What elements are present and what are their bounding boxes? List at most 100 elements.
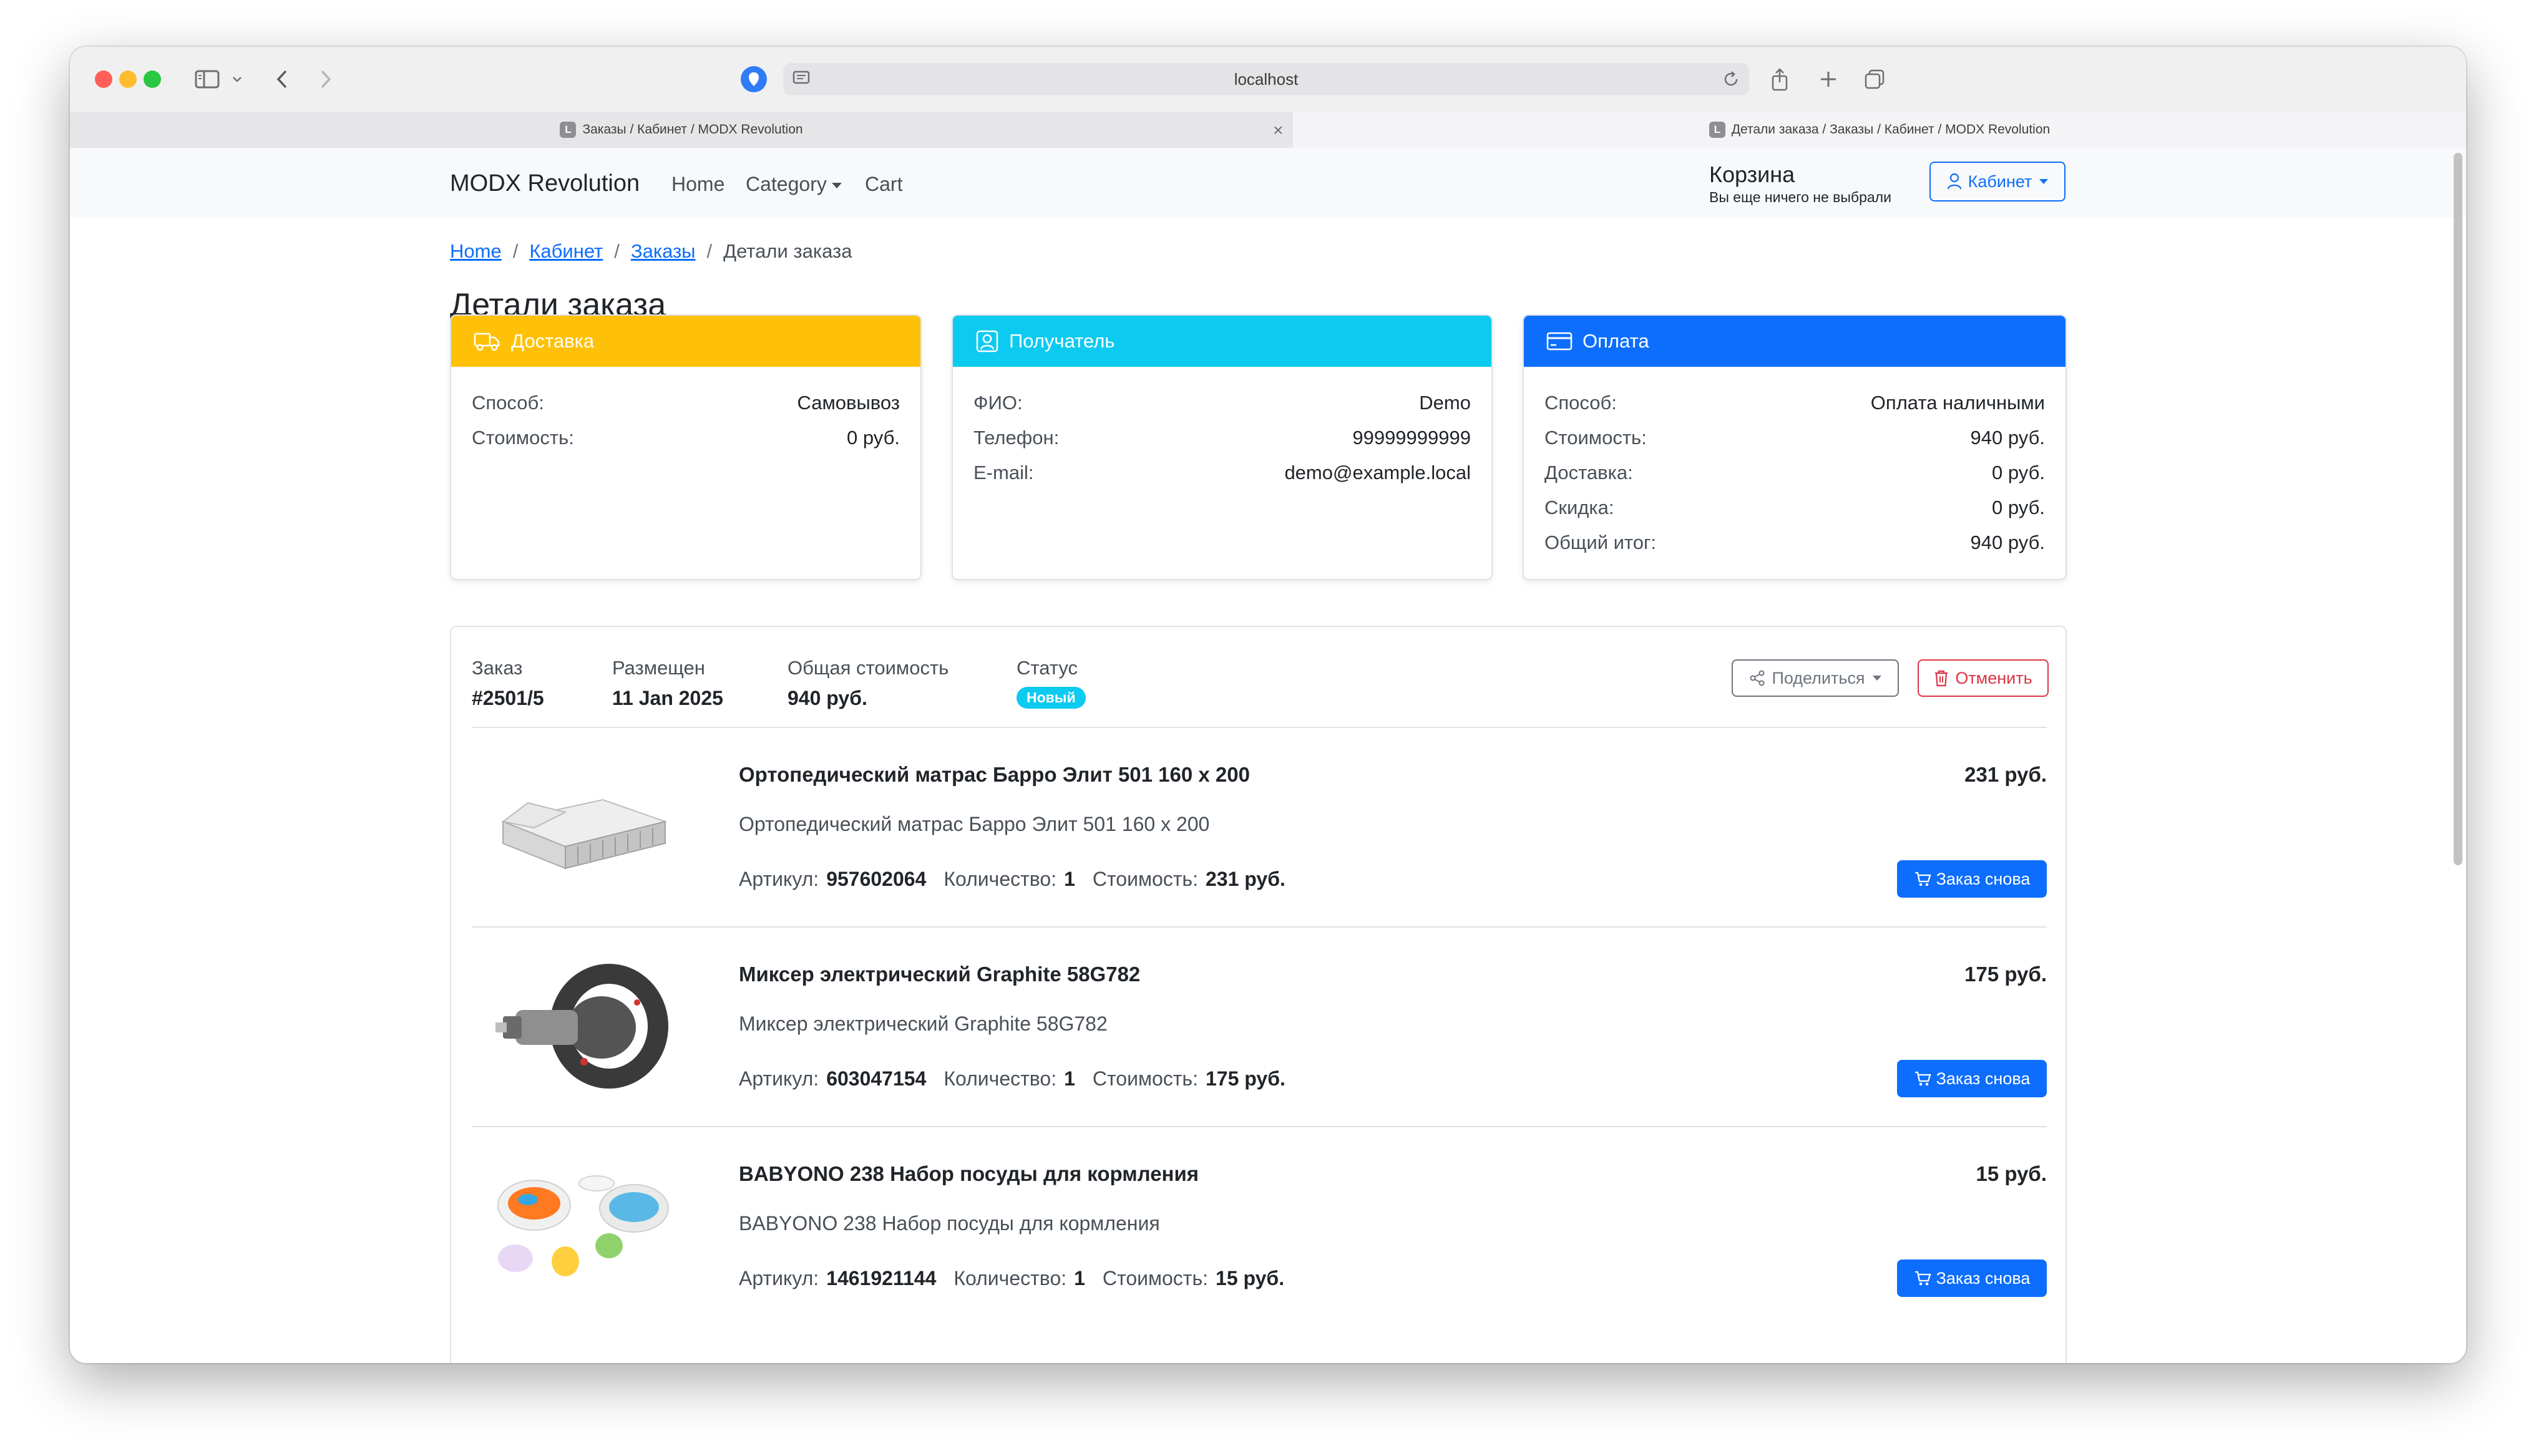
cart-icon — [1914, 1271, 1931, 1286]
reorder-label: Заказ снова — [1936, 1268, 2031, 1288]
nav-cart[interactable]: Cart — [865, 173, 902, 196]
order-number: Заказ #2501/5 — [472, 657, 544, 710]
breadcrumb-orders[interactable]: Заказы — [631, 240, 696, 262]
item-description: Ортопедический матрас Барро Элит 501 160… — [739, 813, 1210, 835]
row-label: Телефон: — [973, 427, 1060, 449]
delivery-card-title: Доставка — [511, 330, 595, 352]
order-total-value: 940 руб. — [788, 687, 867, 709]
privacy-shield-icon[interactable] — [741, 66, 767, 92]
delivery-method-row: Способ: Самовывоз — [472, 386, 900, 420]
item-title[interactable]: BABYONO 238 Набор посуды для кормления — [739, 1162, 1199, 1186]
item-title[interactable]: Миксер электрический Graphite 58G782 — [739, 963, 1140, 986]
row-label: Способ: — [1544, 392, 1617, 414]
qty-value: 1 — [1074, 1267, 1085, 1289]
breadcrumb-account[interactable]: Кабинет — [529, 240, 603, 262]
sku-value: 1461921144 — [826, 1267, 937, 1289]
sku-value: 957602064 — [826, 868, 927, 890]
page-settings-icon[interactable] — [792, 69, 811, 94]
item-meta: Артикул: 957602064 Количество: 1 Стоимость: 2… — [739, 868, 1303, 891]
breadcrumb-home[interactable]: Home — [450, 240, 502, 262]
sku-label: Артикул: — [739, 1267, 819, 1289]
reload-icon[interactable] — [1722, 69, 1740, 94]
nav-home[interactable]: Home — [671, 173, 724, 196]
order-number-value: #2501/5 — [472, 687, 544, 709]
caret-down-icon — [1872, 676, 1881, 681]
recipient-email-row: E-mail: demo@example.local — [973, 455, 1471, 490]
cart-icon — [1914, 1071, 1931, 1086]
delivery-card: Доставка Способ: Самовывоз Стоимость: 0 ру… — [450, 314, 922, 580]
row-value: Оплата наличными — [1870, 392, 2045, 414]
qty-label: Количество: — [944, 1067, 1057, 1090]
favicon-icon: L — [1709, 122, 1725, 138]
reorder-label: Заказ снова — [1936, 869, 2031, 888]
qty-label: Количество: — [953, 1267, 1067, 1289]
reorder-button[interactable]: Заказ снова — [1897, 860, 2047, 898]
cost-label: Стоимость: — [1092, 1067, 1198, 1090]
new-tab-icon[interactable] — [1816, 63, 1841, 95]
row-label: Стоимость: — [1544, 427, 1647, 449]
row-value: demo@example.local — [1284, 462, 1471, 483]
qty-value: 1 — [1064, 1067, 1075, 1090]
tab-order-details[interactable]: L Детали заказа / Заказы / Кабинет / MOD… — [1293, 112, 2466, 148]
zoom-window-button[interactable] — [144, 70, 161, 88]
qty-value: 1 — [1064, 868, 1075, 890]
back-icon[interactable] — [271, 63, 293, 95]
sku-label: Артикул: — [739, 868, 819, 890]
account-dropdown-button[interactable]: Кабинет — [1929, 162, 2065, 201]
forward-icon[interactable] — [315, 63, 337, 95]
reorder-button[interactable]: Заказ снова — [1897, 1259, 2047, 1297]
payment-cost-row: Стоимость: 940 руб. — [1544, 420, 2045, 455]
row-value: 0 руб. — [847, 427, 900, 449]
breadcrumb-current: Детали заказа — [723, 240, 852, 262]
site-brand[interactable]: MODX Revolution — [450, 170, 640, 197]
minicart-title[interactable]: Корзина — [1709, 162, 1795, 188]
order-total-label: Общая стоимость — [788, 657, 949, 679]
reorder-button[interactable]: Заказ снова — [1897, 1060, 2047, 1097]
share-icon[interactable] — [1767, 63, 1792, 95]
tab-bar: L Заказы / Кабинет / MODX Revolution × L… — [70, 112, 2466, 149]
tab-orders[interactable]: L Заказы / Кабинет / MODX Revolution — [70, 112, 1293, 148]
mattress-image — [490, 753, 678, 896]
cost-label: Стоимость: — [1092, 868, 1198, 890]
recipient-card: Получатель ФИО: Demo Телефон: 99999999999 … — [952, 314, 1493, 580]
breadcrumb: Home / Кабинет / Заказы / Детали заказа — [450, 240, 852, 263]
row-value: Demo — [1419, 392, 1471, 414]
item-meta: Артикул: 1461921144 Количество: 1 Стоимость:… — [739, 1267, 1302, 1290]
close-window-button[interactable] — [95, 70, 112, 88]
share-button-label: Поделиться — [1772, 668, 1865, 687]
item-price: 15 руб. — [1976, 1162, 2047, 1185]
order-item: Ортопедический матрас Барро Элит 501 160… — [472, 728, 2047, 928]
payment-method-row: Способ: Оплата наличными — [1544, 386, 2045, 420]
share-nodes-icon — [1750, 670, 1765, 686]
payment-card: Оплата Способ: Оплата наличными Стоимость… — [1523, 314, 2067, 580]
close-tab-icon[interactable]: × — [1273, 120, 1283, 140]
order-item: Миксер электрический Graphite 58G782 175… — [472, 928, 2047, 1127]
row-value: 940 руб. — [1970, 531, 2045, 553]
share-dropdown-button[interactable]: Поделиться — [1732, 659, 1899, 697]
row-value: 99999999999 — [1352, 427, 1471, 449]
mixer-image — [490, 953, 678, 1096]
row-value: 0 руб. — [1992, 462, 2045, 483]
payment-card-title: Оплата — [1583, 330, 1649, 352]
item-description: BABYONO 238 Набор посуды для кормления — [739, 1212, 1160, 1235]
nav-category[interactable]: Category — [746, 173, 842, 196]
payment-card-header: Оплата — [1524, 316, 2065, 367]
favicon-icon: L — [560, 122, 577, 138]
reorder-label: Заказ снова — [1936, 1069, 2031, 1088]
tab-overview-icon[interactable] — [1862, 63, 1887, 95]
cancel-button-label: Отменить — [1955, 668, 2032, 687]
address-text: localhost — [1234, 69, 1299, 89]
address-bar[interactable]: localhost — [783, 63, 1749, 95]
sku-value: 603047154 — [826, 1067, 927, 1090]
page-viewport: MODX Revolution Home Category Cart Корзи… — [70, 148, 2466, 1363]
item-title[interactable]: Ортопедический матрас Барро Элит 501 160… — [739, 763, 1250, 787]
cancel-order-button[interactable]: Отменить — [1918, 659, 2049, 697]
truck-icon — [474, 332, 500, 351]
minimize-window-button[interactable] — [119, 70, 137, 88]
recipient-card-header: Получатель — [953, 316, 1491, 367]
person-badge-icon — [976, 330, 998, 352]
scrollbar[interactable] — [2454, 153, 2462, 865]
sidebar-toggle-icon[interactable] — [192, 63, 222, 95]
row-label: Скидка: — [1544, 497, 1614, 518]
chevron-down-icon[interactable] — [230, 63, 245, 95]
